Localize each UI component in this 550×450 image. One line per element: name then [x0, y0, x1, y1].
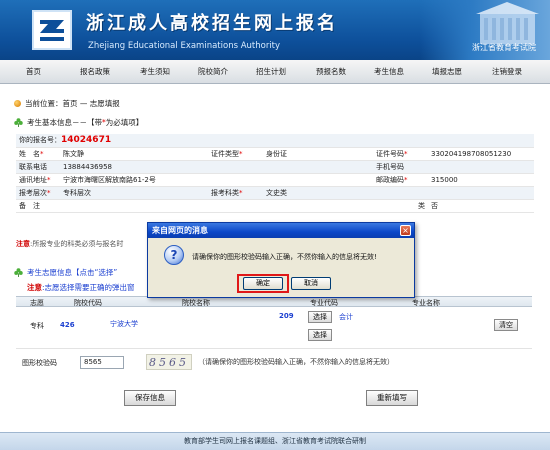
- site-title: 浙江成人高校招生网上报名: [86, 13, 338, 34]
- idtype-value: 身份证: [263, 147, 373, 161]
- nav-schools[interactable]: 院校简介: [198, 66, 228, 77]
- phone-value: 13884436958: [60, 160, 208, 174]
- nav-volunteer[interactable]: 填报志愿: [432, 66, 462, 77]
- dialog-title: 来自网页的消息: [148, 223, 414, 238]
- clear-button[interactable]: 清空: [494, 319, 518, 331]
- main-nav: 首页 报名政策 考生须知 院校简介 招生计划 预报名数 考生信息 填报志愿 注销…: [0, 60, 550, 84]
- captcha-image[interactable]: 8565: [146, 354, 192, 370]
- nav-prereg[interactable]: 预报名数: [316, 66, 346, 77]
- captcha-row: 图形校验码 8565 8565 （请确保你的图形校验码输入正确，不然你输入的信息…: [16, 352, 532, 372]
- nav-policy[interactable]: 报名政策: [80, 66, 110, 77]
- cancel-button[interactable]: 取消: [291, 277, 331, 290]
- save-button[interactable]: 保存信息: [124, 390, 176, 406]
- subject-value: 文史类: [263, 186, 373, 200]
- address-label: 通讯地址: [19, 175, 47, 184]
- nav-notice[interactable]: 考生须知: [140, 66, 170, 77]
- phone-label: 联系电话: [16, 160, 60, 174]
- captcha-note: （请确保你的图形校验码输入正确，不然你输入的信息将无效）: [198, 358, 394, 366]
- captcha-input[interactable]: 8565: [80, 356, 124, 369]
- reset-button[interactable]: 重新填写: [366, 390, 418, 406]
- choose-major-button[interactable]: 选择: [308, 311, 332, 323]
- page-footer: 教育部学生司网上报名课题组、浙江省教育考试院联合研制: [0, 432, 550, 450]
- ok-button[interactable]: 确定: [243, 277, 283, 290]
- idnum-value: 330204198708051230: [428, 147, 534, 161]
- major-name: 会计: [339, 313, 353, 321]
- address-value: 宁波市海曙区解放南路61-2号: [60, 173, 208, 187]
- nav-logout[interactable]: 注销登录: [492, 66, 522, 77]
- idtype-label: 证件类型: [211, 149, 239, 158]
- idnum-label: 证件号码: [376, 149, 404, 158]
- zip-value: 315000: [428, 173, 534, 187]
- choose-major-button-2[interactable]: 选择: [308, 329, 332, 341]
- extra-label: 类: [373, 199, 428, 213]
- mobile-label: 手机号码: [373, 160, 428, 174]
- alert-dialog: 来自网页的消息 × ? 请确保你的图形校验码输入正确，不然你输入的信息将无效! …: [147, 222, 415, 298]
- close-icon[interactable]: ×: [400, 225, 411, 236]
- mobile-value: [428, 160, 534, 174]
- vol-level: 专科: [30, 322, 44, 330]
- nav-candidate[interactable]: 考生信息: [374, 66, 404, 77]
- site-subtitle: Zhejiang Educational Examinations Author…: [88, 41, 281, 51]
- level-value: 专科层次: [60, 186, 208, 200]
- name-label: 姓 名: [19, 149, 40, 158]
- authority-logo: [32, 10, 72, 50]
- zip-label: 邮政编码: [376, 175, 404, 184]
- org-name: 浙江省教育考试院: [472, 43, 536, 52]
- basic-info-title: 考生基本信息－－【带*为必填项】: [14, 117, 143, 128]
- school-code: 426: [60, 321, 75, 329]
- dialog-message: 请确保你的图形校验码输入正确，不然你输入的信息将无效!: [192, 253, 377, 261]
- breadcrumb: 当前位置：首页 — 志愿填报: [14, 98, 120, 109]
- extra-value: 否: [428, 199, 534, 213]
- appnum-label: 你的报名号：: [19, 136, 61, 145]
- nav-plan[interactable]: 招生计划: [256, 66, 286, 77]
- nav-home[interactable]: 首页: [26, 66, 41, 77]
- captcha-label: 图形校验码: [22, 359, 57, 367]
- level-label: 报考层次: [19, 188, 47, 197]
- question-icon: ?: [164, 245, 184, 265]
- major-code: 209: [279, 312, 294, 320]
- name-value: 陈文静: [60, 147, 208, 161]
- remark-label: 备 注: [16, 199, 60, 213]
- appnum-value: 14024671: [61, 135, 112, 146]
- clover-icon: [14, 268, 23, 277]
- volunteer-title: 考生志愿信息【点击“选择”: [14, 267, 117, 278]
- subject-note: 注意:所报专业的科类必须与报名时: [16, 240, 124, 248]
- school-name[interactable]: 宁波大学: [110, 319, 138, 329]
- subject-label: 报考科类: [211, 188, 239, 197]
- clover-icon: [14, 118, 23, 127]
- site-header: 浙江成人高校招生网上报名 Zhejiang Educational Examin…: [0, 0, 550, 60]
- volunteer-note: 注意:志愿选择需要正确的弹出窗: [27, 283, 135, 292]
- volunteer-row: 专科 426 宁波大学 209 选择 会计 选择 清空: [16, 307, 532, 349]
- basic-info-table: 你的报名号：14024671 姓 名* 陈文静 证件类型* 身份证 证件号码* …: [16, 134, 534, 213]
- bullet-icon: [14, 100, 21, 107]
